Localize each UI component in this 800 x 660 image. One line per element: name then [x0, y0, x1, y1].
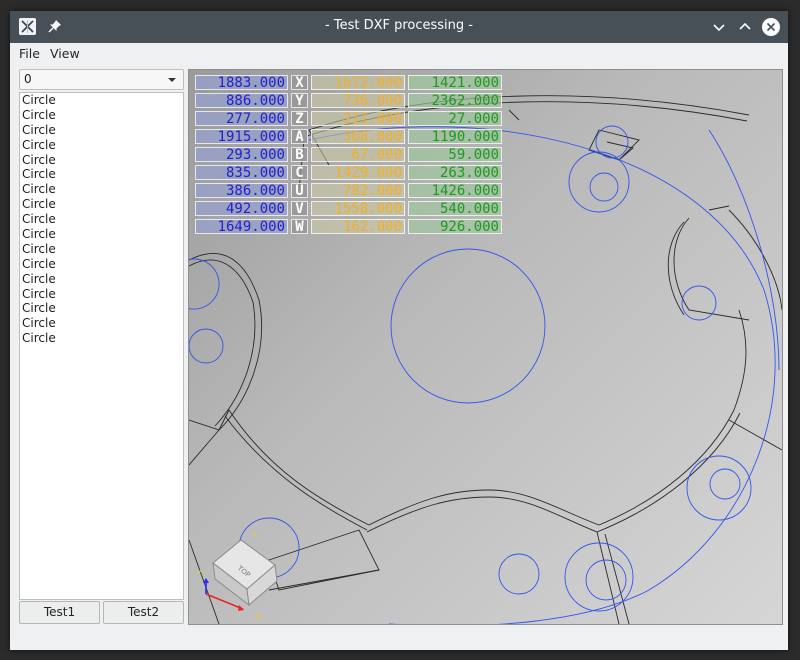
dro-work-value: 277.000	[195, 111, 288, 127]
dro-mach-value: 263.000	[408, 165, 502, 181]
list-item[interactable]: Circle	[20, 93, 183, 108]
list-item[interactable]: Circle	[20, 242, 183, 257]
dro-work-value: 1883.000	[195, 75, 288, 91]
list-item[interactable]: Circle	[20, 197, 183, 212]
chevron-up-icon[interactable]	[735, 17, 755, 37]
menu-view[interactable]: View	[50, 46, 80, 61]
dro-mach-value: 1421.000	[408, 75, 502, 91]
layer-combo[interactable]: 0	[19, 69, 184, 90]
list-item[interactable]: Circle	[20, 287, 183, 302]
dro-mach-value: 1426.000	[408, 183, 502, 199]
list-item[interactable]: Circle	[20, 167, 183, 182]
list-item[interactable]: Circle	[20, 123, 183, 138]
main-window: - Test DXF processing - File View 0 Circ…	[10, 11, 788, 650]
list-item[interactable]: Circle	[20, 138, 183, 153]
list-item[interactable]: Circle	[20, 316, 183, 331]
dro-axis-label: X	[291, 75, 308, 91]
dro-work-value: 1649.000	[195, 219, 288, 235]
dro-rel-value: 782.000	[311, 183, 405, 199]
dro-rel-value: 211.000	[311, 111, 405, 127]
dro-rel-value: 1429.000	[311, 165, 405, 181]
status-bar	[10, 625, 788, 650]
chevron-down-icon[interactable]	[709, 17, 729, 37]
dro-rel-value: 162.000	[311, 219, 405, 235]
dro-mach-value: 59.000	[408, 147, 502, 163]
dro-mach-value: 926.000	[408, 219, 502, 235]
test2-button[interactable]: Test2	[103, 601, 184, 624]
dro-work-value: 835.000	[195, 165, 288, 181]
layer-combo-value: 0	[24, 72, 32, 86]
dro-axis-label: B	[291, 147, 308, 163]
list-item[interactable]: Circle	[20, 331, 183, 346]
dro-work-value: 386.000	[195, 183, 288, 199]
dro-axis-label: C	[291, 165, 308, 181]
list-item[interactable]: Circle	[20, 108, 183, 123]
close-icon[interactable]	[761, 17, 781, 37]
dro-rel-value: 67.000	[311, 147, 405, 163]
dro-rel-value: 1558.000	[311, 201, 405, 217]
dro-work-value: 293.000	[195, 147, 288, 163]
dro-rel-value: 368.000	[311, 129, 405, 145]
list-item[interactable]: Circle	[20, 227, 183, 242]
dro-axis-label: W	[291, 219, 308, 235]
list-item[interactable]: Circle	[20, 257, 183, 272]
title-bar[interactable]: - Test DXF processing -	[10, 11, 788, 43]
dro-axis-label: V	[291, 201, 308, 217]
cad-viewport[interactable]: 1883.000 X 1672.000 1421.000 886.000 Y 7…	[188, 69, 783, 625]
dro-work-value: 886.000	[195, 93, 288, 109]
dro-work-value: 1915.000	[195, 129, 288, 145]
dro-mach-value: 27.000	[408, 111, 502, 127]
menu-file[interactable]: File	[19, 46, 40, 61]
menu-bar: File View	[10, 43, 788, 65]
dro-axis-label: U	[291, 183, 308, 199]
dro-mach-value: 1190.000	[408, 129, 502, 145]
list-item[interactable]: Circle	[20, 301, 183, 316]
list-item[interactable]: Circle	[20, 272, 183, 287]
list-item[interactable]: Circle	[20, 182, 183, 197]
dro-axis-label: A	[291, 129, 308, 145]
list-item[interactable]: Circle	[20, 153, 183, 168]
dro-mach-value: 2362.000	[408, 93, 502, 109]
entity-list[interactable]: Circle Circle Circle Circle Circle Circl…	[19, 92, 184, 600]
window-title: - Test DXF processing -	[325, 18, 473, 33]
dro-axis-label: Z	[291, 111, 308, 127]
dro-rel-value: 1672.000	[311, 75, 405, 91]
list-item[interactable]: Circle	[20, 212, 183, 227]
dro-work-value: 492.000	[195, 201, 288, 217]
sidebar: 0 Circle Circle Circle Circle Circle Cir…	[10, 65, 190, 625]
chevron-down-icon[interactable]	[168, 78, 176, 82]
view-cube[interactable]: TOP	[193, 525, 289, 621]
test1-button[interactable]: Test1	[19, 601, 100, 624]
dro-rel-value: 736.000	[311, 93, 405, 109]
dro-axis-label: Y	[291, 93, 308, 109]
dro-mach-value: 540.000	[408, 201, 502, 217]
